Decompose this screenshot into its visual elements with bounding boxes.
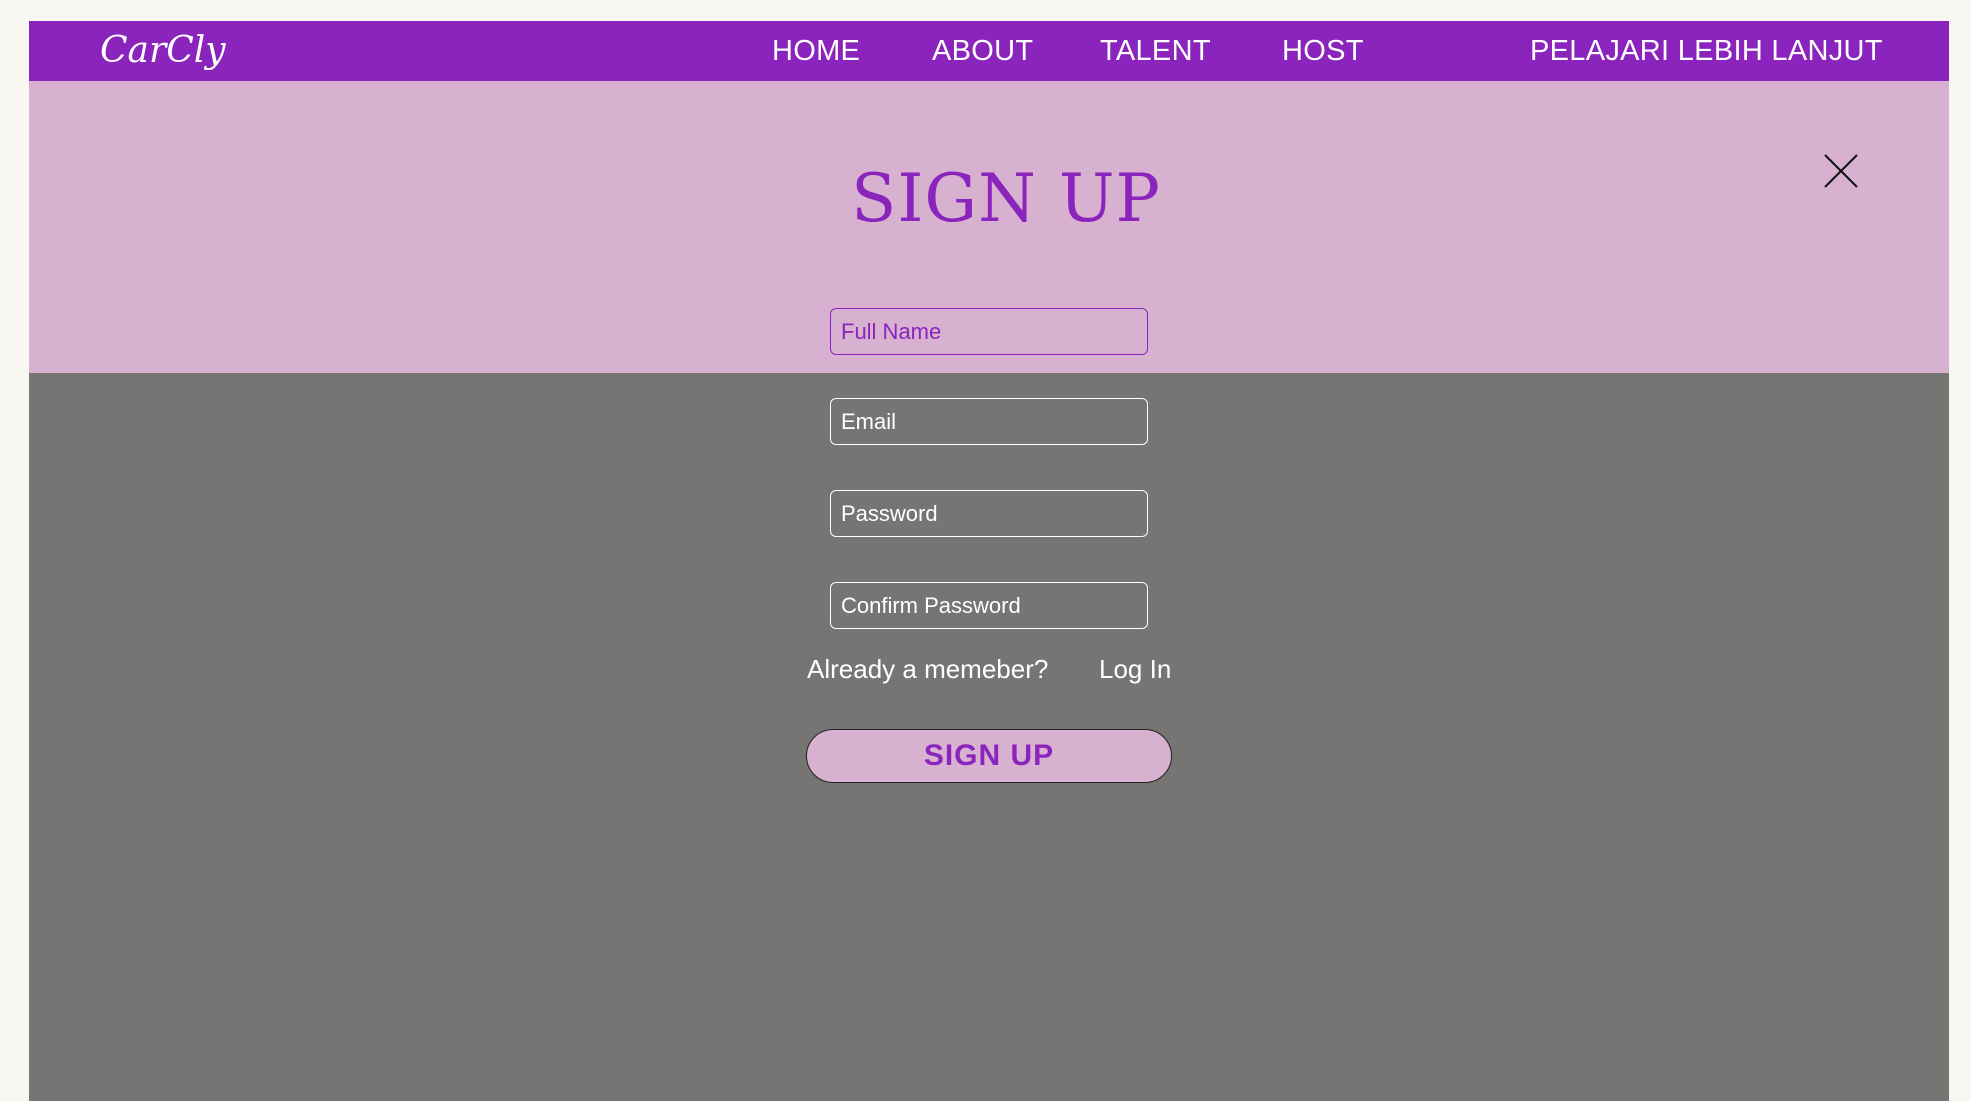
brand-logo[interactable]: CarCly [100, 26, 226, 76]
email-input[interactable] [830, 398, 1148, 445]
page-frame: CarCly HOME ABOUT TALENT HOST PELAJARI L… [29, 21, 1949, 1101]
confirm-password-input[interactable] [830, 582, 1148, 629]
already-member-text: Already a memeber? [807, 654, 1049, 684]
top-navbar: CarCly HOME ABOUT TALENT HOST PELAJARI L… [29, 21, 1949, 81]
nav-home-link[interactable]: HOME [772, 33, 860, 69]
password-input[interactable] [830, 490, 1148, 537]
signup-title: SIGN UP [851, 160, 1161, 237]
signup-button[interactable]: SIGN UP [806, 729, 1172, 783]
nav-talent-link[interactable]: TALENT [1100, 33, 1211, 69]
nav-about-link[interactable]: ABOUT [932, 33, 1033, 69]
login-link[interactable]: Log In [1099, 653, 1171, 685]
close-icon[interactable] [1824, 154, 1858, 188]
nav-host-link[interactable]: HOST [1282, 33, 1364, 69]
full-name-input[interactable] [830, 308, 1148, 355]
close-icon-graphic [1824, 154, 1858, 188]
learn-more-link[interactable]: PELAJARI LEBIH LANJUT [1530, 33, 1883, 69]
